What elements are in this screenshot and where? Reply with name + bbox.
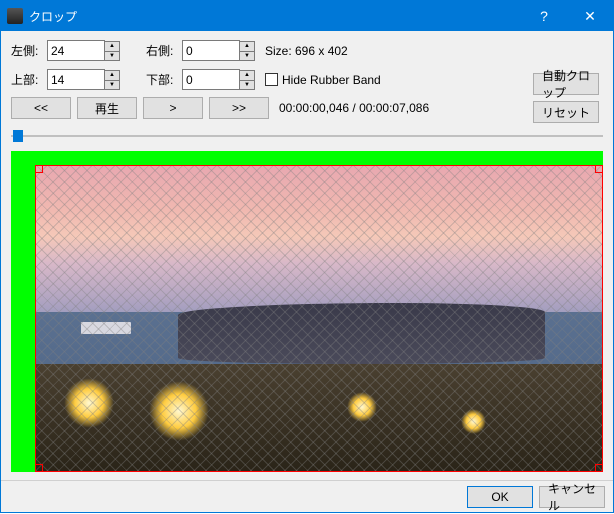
- hide-rubber-band-checkbox[interactable]: [265, 73, 278, 86]
- ok-button[interactable]: OK: [467, 486, 533, 508]
- position-slider[interactable]: [11, 129, 603, 143]
- crop-rectangle[interactable]: [35, 165, 603, 472]
- timecode: 00:00:00,046 / 00:00:07,086: [279, 101, 429, 115]
- crop-handle-tl[interactable]: [35, 165, 43, 173]
- size-text: Size: 696 x 402: [265, 44, 348, 58]
- app-icon: [7, 8, 23, 24]
- auto-crop-button[interactable]: 自動クロップ: [533, 73, 599, 95]
- left-label: 左側:: [11, 42, 41, 59]
- hide-rubber-band-label: Hide Rubber Band: [282, 73, 381, 87]
- crop-handle-bl[interactable]: [35, 464, 43, 472]
- play-button[interactable]: 再生: [77, 97, 137, 119]
- rewind-button[interactable]: <<: [11, 97, 71, 119]
- crop-inputs: 左側: ▲ ▼ 右側: ▲ ▼ Size: 696 x 402: [11, 39, 603, 143]
- bottom-input[interactable]: [182, 69, 240, 90]
- cancel-button[interactable]: キャンセル: [539, 486, 605, 508]
- top-spin-up[interactable]: ▲: [104, 70, 120, 80]
- crop-dialog: クロップ ? ✕ 左側: ▲ ▼ 右側: ▲ ▼: [0, 0, 614, 513]
- top-input[interactable]: [47, 69, 105, 90]
- titlebar: クロップ ? ✕: [1, 1, 613, 31]
- right-spin-down[interactable]: ▼: [239, 51, 255, 61]
- crop-handle-tr[interactable]: [595, 165, 603, 173]
- right-label: 右側:: [146, 42, 176, 59]
- slider-track: [11, 135, 603, 137]
- playback-controls: << 再生 > >> 00:00:00,046 / 00:00:07,086: [11, 97, 603, 119]
- left-spin-down[interactable]: ▼: [104, 51, 120, 61]
- right-input[interactable]: [182, 40, 240, 61]
- fast-forward-button[interactable]: >>: [209, 97, 269, 119]
- step-forward-button[interactable]: >: [143, 97, 203, 119]
- bottom-spin-down[interactable]: ▼: [239, 80, 255, 90]
- crop-handle-br[interactable]: [595, 464, 603, 472]
- bottom-spin-up[interactable]: ▲: [239, 70, 255, 80]
- close-button[interactable]: ✕: [567, 1, 613, 31]
- client-area: 左側: ▲ ▼ 右側: ▲ ▼ Size: 696 x 402: [1, 31, 613, 480]
- reset-button[interactable]: リセット: [533, 101, 599, 123]
- right-spin-up[interactable]: ▲: [239, 41, 255, 51]
- left-spin-up[interactable]: ▲: [104, 41, 120, 51]
- left-input[interactable]: [47, 40, 105, 61]
- preview-area[interactable]: [11, 151, 603, 472]
- window-title: クロップ: [29, 8, 521, 25]
- side-buttons: 自動クロップ リセット: [533, 73, 599, 123]
- top-label: 上部:: [11, 71, 41, 88]
- bottom-label: 下部:: [146, 71, 176, 88]
- dialog-footer: OK キャンセル: [1, 480, 613, 512]
- top-spin-down[interactable]: ▼: [104, 80, 120, 90]
- slider-thumb[interactable]: [13, 130, 23, 142]
- help-button[interactable]: ?: [521, 1, 567, 31]
